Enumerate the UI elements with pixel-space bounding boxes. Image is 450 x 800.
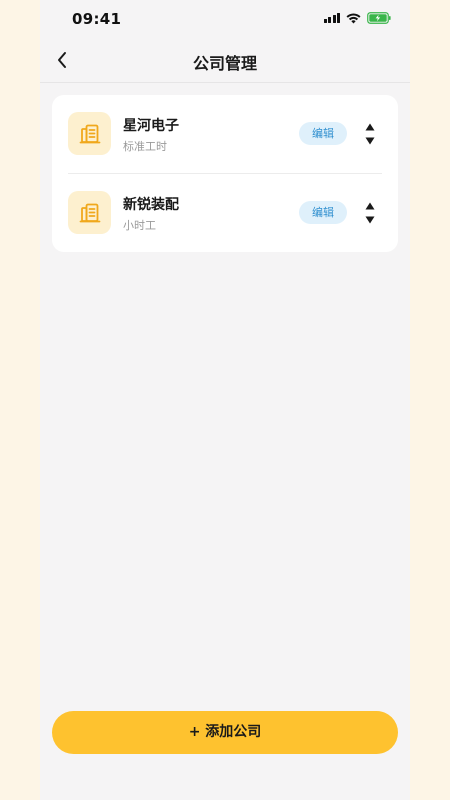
wifi-icon (346, 13, 361, 24)
edit-button[interactable]: 编辑 (299, 122, 347, 145)
company-name: 新锐装配 (123, 197, 179, 213)
battery-icon (367, 12, 391, 24)
company-row[interactable]: 星河电子 标准工时 编辑 (52, 95, 398, 173)
status-icons (323, 12, 392, 24)
move-down-button[interactable] (364, 136, 376, 146)
add-company-button[interactable]: + 添加公司 (52, 711, 398, 754)
company-list: 星河电子 标准工时 编辑 新锐装配 小时工 编辑 (52, 95, 398, 252)
phone-screen: 09:41 公司管理 星河电子 标准工时 编辑 新锐装配 小时工 编辑 + 添加… (40, 0, 410, 800)
reorder-control (364, 122, 376, 146)
triangle-up-icon (365, 202, 375, 210)
building-icon (68, 191, 111, 234)
company-type: 小时工 (123, 219, 156, 232)
triangle-up-icon (365, 123, 375, 131)
reorder-control (364, 201, 376, 225)
status-time: 09:41 (72, 10, 122, 28)
company-type: 标准工时 (123, 140, 167, 153)
company-row[interactable]: 新锐装配 小时工 编辑 (52, 174, 398, 252)
page-title: 公司管理 (192, 54, 257, 73)
move-up-button[interactable] (364, 122, 376, 132)
nav-bar: 公司管理 (40, 40, 410, 83)
status-bar: 09:41 (40, 0, 410, 40)
move-up-button[interactable] (364, 201, 376, 211)
triangle-down-icon (365, 137, 375, 145)
triangle-down-icon (365, 216, 375, 224)
edit-button[interactable]: 编辑 (299, 201, 347, 224)
move-down-button[interactable] (364, 215, 376, 225)
signal-icon (323, 13, 340, 23)
company-name: 星河电子 (123, 118, 179, 134)
building-icon (68, 112, 111, 155)
